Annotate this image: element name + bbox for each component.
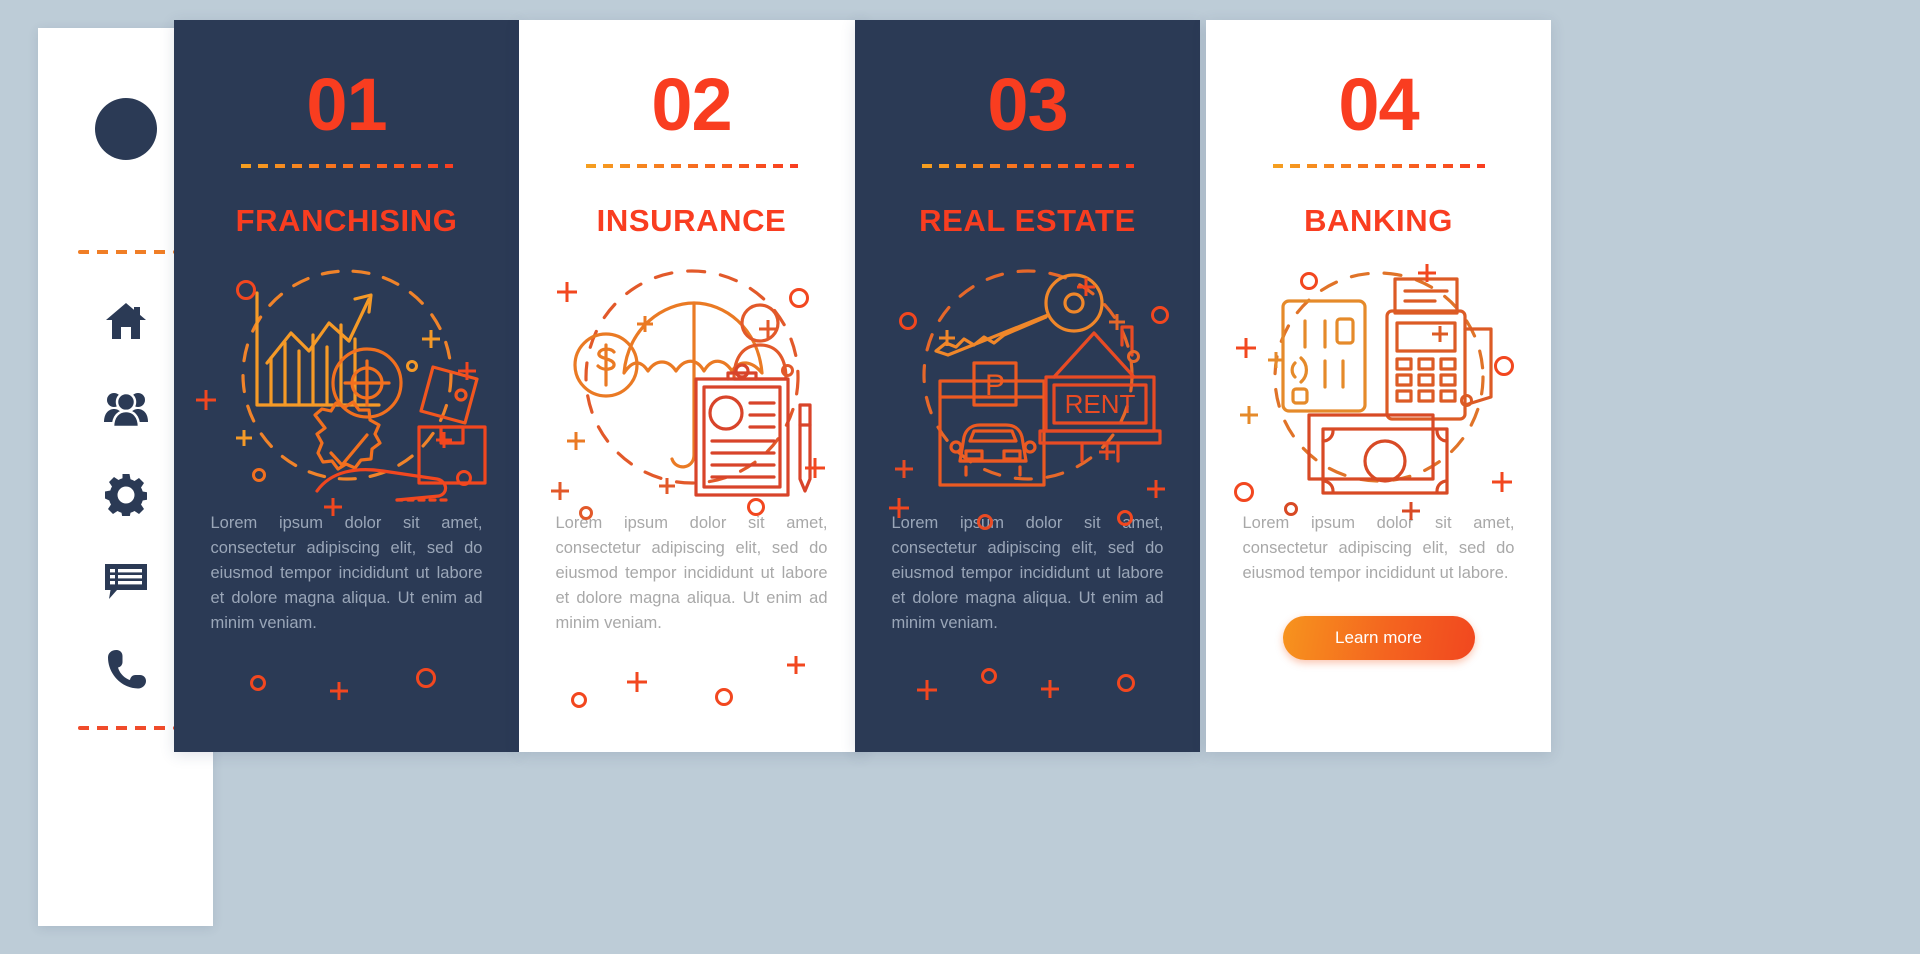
sidebar-item-settings[interactable] xyxy=(103,472,149,518)
ring-mark xyxy=(250,675,266,691)
card-title: FRANCHISING xyxy=(235,203,458,238)
phone-icon xyxy=(106,648,146,690)
card-body: Lorem ipsum dolor sit amet, consectetur … xyxy=(210,514,483,633)
card-number: 04 xyxy=(1338,63,1419,146)
sidebar-icon-list xyxy=(103,298,149,692)
sidebar-item-people[interactable] xyxy=(103,385,149,431)
card-title: BANKING xyxy=(1304,203,1453,238)
ring-mark xyxy=(416,668,436,688)
plus-mark xyxy=(627,672,647,692)
franchising-illustration xyxy=(197,255,497,505)
onboarding-screens: 01 FRANCHISING Lorem ipsum dolor sit ame… xyxy=(0,0,1920,954)
banking-illustration xyxy=(1229,255,1529,505)
real-estate-illustration: P RENT xyxy=(878,255,1178,505)
plus-mark xyxy=(330,682,348,700)
card-number: 02 xyxy=(651,63,732,146)
sidebar-item-contact[interactable] xyxy=(103,646,149,692)
plus-mark xyxy=(917,680,937,700)
card-divider xyxy=(921,164,1134,168)
card-body: Lorem ipsum dolor sit amet, consectetur … xyxy=(891,514,1164,633)
card-number: 03 xyxy=(987,63,1068,146)
people-icon xyxy=(103,389,148,427)
ring-mark xyxy=(571,692,587,708)
onboarding-card-banking[interactable]: 04 BANKING Lorem ipsum dolor sit amet, c… xyxy=(1206,20,1551,752)
sidebar-divider-top xyxy=(77,250,174,254)
card-number: 01 xyxy=(306,63,387,146)
card-title: REAL ESTATE xyxy=(919,203,1136,238)
onboarding-card-insurance[interactable]: 02 INSURANCE Lorem ipsum dolor sit amet,… xyxy=(519,20,864,752)
card-body: Lorem ipsum dolor sit amet, consectetur … xyxy=(1242,514,1515,583)
insurance-illustration xyxy=(542,255,842,505)
home-icon xyxy=(105,301,147,341)
chat-list-icon xyxy=(104,563,148,601)
rent-label: RENT xyxy=(1064,389,1135,419)
onboarding-card-real-estate[interactable]: 03 REAL ESTATE P RENT Lorem ipsum dolor … xyxy=(855,20,1200,752)
card-divider xyxy=(585,164,798,168)
ring-mark xyxy=(715,688,733,706)
ring-mark xyxy=(1117,674,1135,692)
plus-mark xyxy=(1041,680,1059,698)
onboarding-card-franchising[interactable]: 01 FRANCHISING Lorem ipsum dolor sit ame… xyxy=(174,20,519,752)
card-divider xyxy=(1272,164,1485,168)
sidebar-divider-bottom xyxy=(77,726,174,730)
parking-label: P xyxy=(984,369,1004,402)
plus-mark xyxy=(787,656,805,674)
card-title: INSURANCE xyxy=(596,203,787,238)
sidebar-item-home[interactable] xyxy=(103,298,149,344)
sidebar-item-messages[interactable] xyxy=(103,559,149,605)
card-body: Lorem ipsum dolor sit amet, consectetur … xyxy=(555,514,828,633)
card-divider xyxy=(240,164,453,168)
gear-icon xyxy=(104,474,147,516)
learn-more-button[interactable]: Learn more xyxy=(1282,616,1475,661)
avatar[interactable] xyxy=(94,98,157,160)
ring-mark xyxy=(981,668,997,684)
